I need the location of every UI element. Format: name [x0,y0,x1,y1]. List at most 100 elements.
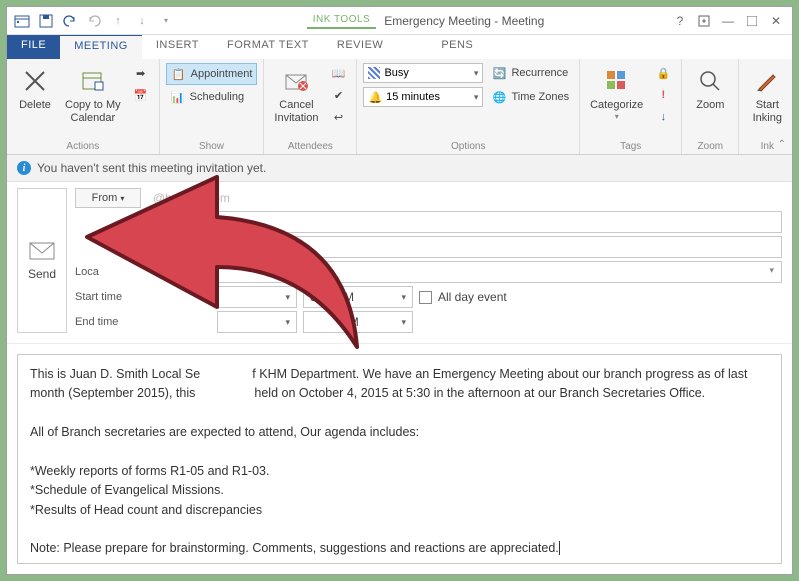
scheduling-button[interactable]: 📊Scheduling [166,87,258,107]
recurrence-button[interactable]: 🔄Recurrence [487,63,573,83]
forward-button[interactable]: ➡ [129,63,153,83]
send-button[interactable]: Send [17,188,67,333]
cancel-invitation-button[interactable]: Cancel Invitation [270,63,322,127]
group-options-label: Options [363,141,573,154]
tab-pens[interactable]: PENS [427,35,487,59]
response-options-button[interactable]: ↩ [326,107,350,127]
group-attendees: Cancel Invitation 📖 ✔ ↩ Attendees [264,59,357,154]
subject-field[interactable] [147,236,782,258]
group-ink: Start Inking Ink [739,59,795,154]
chevron-down-icon: ▾ [615,112,619,122]
chevron-down-icon: ▾ [474,92,479,103]
close-icon[interactable]: ✕ [766,12,786,30]
chevron-down-icon: ▾ [285,317,290,328]
title-bar: ↑ ↓ ▾ INK TOOLS Emergency Meeting - Meet… [7,7,792,35]
group-zoom-label: Zoom [688,141,732,154]
check-names-button[interactable]: ✔ [326,85,350,105]
qat-customize-icon[interactable]: ▾ [157,12,175,30]
quick-access-toolbar: ↑ ↓ ▾ [7,12,181,30]
tab-file[interactable]: FILE [7,35,60,59]
lock-icon: 🔒 [655,65,671,81]
calendar-small-button[interactable]: 📅 [129,85,153,105]
start-time-field[interactable]: 8:00 AM▾ [303,286,413,308]
appointment-icon: 📋 [171,66,187,82]
delete-button[interactable]: Delete [13,63,57,114]
info-bar: i You haven't sent this meeting invitati… [7,155,792,182]
low-importance-icon: ↓ [655,109,671,125]
chevron-down-icon: ▾ [401,317,406,328]
busy-swatch-icon [368,67,380,79]
to-field[interactable] [147,211,782,233]
collapse-ribbon-icon[interactable]: ⌃ [778,139,786,150]
low-importance-button[interactable]: ↓ [651,107,675,127]
app-window: ↑ ↓ ▾ INK TOOLS Emergency Meeting - Meet… [6,6,793,575]
undo-icon[interactable] [61,12,79,30]
ribbon: Delete Copy to My Calendar ➡ 📅 Actions 📋… [7,59,792,155]
group-options: Busy ▾ 🔔 15 minutes ▾ 🔄Recurrence 🌐Time … [357,59,580,154]
high-importance-button[interactable]: ! [651,85,675,105]
group-tags: Categorize ▾ 🔒 ! ↓ Tags [580,59,682,154]
appointment-button[interactable]: 📋Appointment [166,63,258,85]
zoom-button[interactable]: Zoom [688,63,732,114]
start-date-field[interactable]: ▾ [217,286,297,308]
end-date-field[interactable]: ▾ [217,311,297,333]
bell-icon: 🔔 [368,91,382,104]
info-text: You haven't sent this meeting invitation… [37,161,266,175]
chevron-down-icon: ▾ [285,292,290,303]
tab-meeting[interactable]: MEETING [60,35,142,59]
help-icon[interactable]: ? [670,12,690,30]
time-zones-button[interactable]: 🌐Time Zones [487,87,573,107]
forward-icon: ➡ [133,65,149,81]
start-time-label: Start time [75,291,141,303]
reminder-dropdown[interactable]: 🔔 15 minutes ▾ [363,87,483,107]
calendar-copy-icon [77,65,109,97]
globe-icon: 🌐 [491,89,507,105]
minimize-icon[interactable]: — [718,12,738,30]
private-button[interactable]: 🔒 [651,63,675,83]
chevron-down-icon: ▾ [766,262,777,279]
address-book-icon: 📖 [330,65,346,81]
scheduling-icon: 📊 [170,89,186,105]
group-actions-label: Actions [13,141,153,154]
end-time-label: End time [75,316,141,328]
response-icon: ↩ [330,109,346,125]
from-value: @hotmail.com [147,191,230,205]
show-as-dropdown[interactable]: Busy ▾ [363,63,483,83]
from-button[interactable]: From ▾ [75,188,141,208]
end-time-field[interactable]: M▾ [303,311,413,333]
group-show: 📋Appointment 📊Scheduling Show [160,59,265,154]
tab-insert[interactable]: INSERT [142,35,213,59]
group-show-label: Show [166,141,258,154]
group-tags-label: Tags [586,141,675,154]
copy-label: Copy to My Calendar [65,99,121,125]
send-icon [28,241,56,261]
tab-review[interactable]: REVIEW [323,35,397,59]
qat-up-icon[interactable]: ↑ [109,12,127,30]
delete-label: Delete [19,99,51,112]
redo-icon[interactable] [85,12,103,30]
tab-format-text[interactable]: FORMAT TEXT [213,35,323,59]
copy-to-calendar-button[interactable]: Copy to My Calendar [61,63,125,127]
maximize-icon[interactable] [742,12,762,30]
window-title: Emergency Meeting - Meeting [384,14,544,28]
pen-icon [751,65,783,97]
meeting-form: Send From ▾ @hotmail.com To x Loca ▾ Sta… [7,182,792,344]
contextual-tab-label: INK TOOLS [307,12,376,29]
high-importance-icon: ! [655,87,671,103]
qat-down-icon[interactable]: ↓ [133,12,151,30]
qat-calendar-icon[interactable] [13,12,31,30]
calendar-small-icon: 📅 [133,87,149,103]
save-icon[interactable] [37,12,55,30]
all-day-checkbox[interactable] [419,291,432,304]
group-zoom: Zoom Zoom [682,59,739,154]
message-body[interactable]: This is Juan D. Smith Local Se f KHM Dep… [17,354,782,564]
info-icon: i [17,161,31,175]
chevron-down-icon: ▾ [120,194,124,203]
categorize-button[interactable]: Categorize ▾ [586,63,647,124]
location-label: Loca [75,266,141,278]
text-cursor [559,541,560,555]
ribbon-options-icon[interactable] [694,12,714,30]
address-book-button[interactable]: 📖 [326,63,350,83]
start-inking-button[interactable]: Start Inking [745,63,789,127]
location-field[interactable]: ▾ [217,261,782,283]
